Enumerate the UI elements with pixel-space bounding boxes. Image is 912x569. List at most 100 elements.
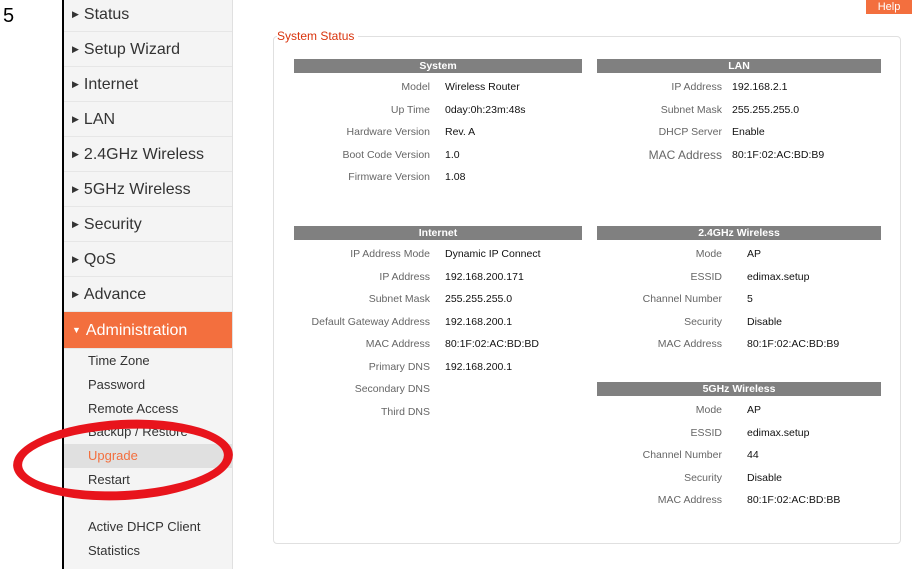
panel-title: System Status	[277, 29, 359, 43]
row-label: Hardware Version	[346, 126, 430, 138]
section-header: LAN	[597, 59, 881, 73]
row-label: Up Time	[390, 103, 430, 116]
row-value: AP	[747, 404, 762, 416]
subitem-active-dhcp-client[interactable]: Active DHCP Client	[64, 515, 232, 539]
sidebar-item-5ghz-wireless[interactable]: ▶ 5GHz Wireless	[64, 172, 232, 207]
row-label: Firmware Version	[348, 171, 430, 183]
row-value: 1.08	[445, 171, 466, 183]
row-value: 0day:0h:23m:48s	[445, 103, 526, 116]
row-label: Boot Code Version	[342, 148, 430, 161]
row-value: AP	[747, 248, 762, 260]
row-label: Third DNS	[380, 405, 430, 418]
row-value: 192.168.2.1	[732, 81, 788, 93]
sidebar-item-setup-wizard[interactable]: ▶ Setup Wizard	[64, 32, 232, 67]
row-label: IP Address	[671, 81, 722, 93]
row-label: Mode	[695, 248, 722, 260]
subitem-spacer	[64, 492, 232, 515]
row-value: 1.0	[445, 148, 460, 161]
row-label: Security	[684, 471, 722, 484]
sidebar-item-security[interactable]: ▶ Security	[64, 207, 232, 242]
internet-section: Internet IP Address Mode Dynamic IP Conne…	[294, 226, 582, 423]
sidebar-item-administration[interactable]: ▼ Administration	[64, 312, 232, 349]
row-label: Channel Number	[642, 293, 722, 305]
internet-row: Subnet Mask 255.255.255.0	[294, 288, 582, 311]
lan-row: DHCP Server Enable	[597, 121, 881, 144]
internet-row: IP Address Mode Dynamic IP Connect	[294, 243, 582, 266]
section-header: 2.4GHz Wireless	[597, 226, 881, 240]
row-label: DHCP Server	[658, 126, 722, 138]
triangle-right-icon: ▶	[72, 184, 79, 194]
wireless24-row: Channel Number 5	[597, 288, 881, 311]
system-row: Firmware Version 1.08	[294, 166, 582, 189]
help-button[interactable]: Help	[866, 0, 912, 14]
triangle-right-icon: ▶	[72, 44, 79, 54]
sidebar-item-label: QoS	[83, 251, 116, 268]
wireless-24ghz-section: 2.4GHz Wireless Mode AP ESSID edimax.setup…	[597, 226, 881, 356]
sidebar: ▶ Status ▶ Setup Wizard ▶ Internet ▶ LAN ▶ 2.…	[64, 0, 233, 569]
row-value: edimax.setup	[747, 426, 810, 439]
triangle-right-icon: ▶	[72, 79, 79, 89]
sidebar-item-label: Security	[83, 216, 142, 233]
row-value: 255.255.255.0	[445, 293, 513, 305]
lan-row: IP Address 192.168.2.1	[597, 76, 881, 99]
sidebar-item-lan[interactable]: ▶ LAN	[64, 102, 232, 137]
wireless-5ghz-section: 5GHz Wireless Mode AP ESSID edimax.setup C…	[597, 382, 881, 512]
wireless24-row: Security Disable	[597, 311, 881, 334]
sidebar-item-label: Advance	[83, 286, 147, 303]
row-label: MAC Address	[648, 147, 722, 162]
row-value: Wireless Router	[445, 81, 520, 93]
sidebar-item-advance[interactable]: ▶ Advance	[64, 277, 232, 312]
subitem-backup-restore[interactable]: Backup / Restore	[64, 420, 232, 444]
wireless24-row: Mode AP	[597, 243, 881, 266]
row-value: Disable	[747, 315, 783, 328]
lan-section: LAN IP Address 192.168.2.1 Subnet Mask 255…	[597, 59, 881, 166]
system-row: Boot Code Version 1.0	[294, 144, 582, 167]
wireless5-row: MAC Address 80:1F:02:AC:BD:BB	[597, 489, 881, 512]
row-label: MAC Address	[657, 494, 722, 506]
sidebar-item-status[interactable]: ▶ Status	[64, 0, 232, 32]
section-header: 5GHz Wireless	[597, 382, 881, 396]
subitem-restart[interactable]: Restart	[64, 468, 232, 492]
sidebar-item-label: LAN	[83, 111, 116, 128]
sidebar-item-label: 2.4GHz Wireless	[83, 146, 204, 163]
internet-row: MAC Address 80:1F:02:AC:BD:BD	[294, 333, 582, 356]
row-value: Enable	[732, 126, 765, 138]
row-label: IP Address Mode	[350, 248, 430, 260]
sidebar-item-qos[interactable]: ▶ QoS	[64, 242, 232, 277]
row-label: Primary DNS	[368, 360, 430, 373]
row-value: 192.168.200.171	[445, 270, 524, 283]
row-label: ESSID	[690, 426, 722, 439]
subitem-statistics[interactable]: Statistics	[64, 539, 232, 563]
wireless5-row: Channel Number 44	[597, 444, 881, 467]
row-value: 192.168.200.1	[445, 315, 513, 328]
subitem-password[interactable]: Password	[64, 373, 232, 397]
row-label: Model	[401, 81, 430, 93]
row-label: Security	[684, 315, 722, 328]
row-value: edimax.setup	[747, 270, 810, 283]
row-value: 80:1F:02:AC:BD:B9	[732, 148, 825, 161]
internet-row: IP Address 192.168.200.171	[294, 266, 582, 289]
row-label: ESSID	[690, 270, 722, 283]
row-value: Dynamic IP Connect	[445, 248, 541, 260]
row-value: 80:1F:02:AC:BD:BB	[747, 494, 841, 506]
section-header: System	[294, 59, 582, 73]
row-label: Default Gateway Address	[311, 315, 430, 328]
row-value: 255.255.255.0	[732, 103, 800, 116]
internet-row: Primary DNS 192.168.200.1	[294, 356, 582, 379]
sidebar-item-internet[interactable]: ▶ Internet	[64, 67, 232, 102]
row-label: IP Address	[379, 270, 430, 283]
subitem-remote-access[interactable]: Remote Access	[64, 397, 232, 421]
sidebar-item-24ghz-wireless[interactable]: ▶ 2.4GHz Wireless	[64, 137, 232, 172]
subitem-upgrade[interactable]: Upgrade	[64, 444, 232, 468]
subitem-time-zone[interactable]: Time Zone	[64, 349, 232, 373]
row-label: Channel Number	[642, 449, 722, 461]
system-row: Up Time 0day:0h:23m:48s	[294, 99, 582, 122]
row-value: 80:1F:02:AC:BD:BD	[445, 338, 539, 350]
triangle-right-icon: ▶	[72, 289, 79, 299]
row-value: 44	[747, 449, 759, 461]
row-label: Mode	[695, 404, 722, 416]
system-section: System Model Wireless Router Up Time 0day:…	[294, 59, 582, 189]
row-label: Subnet Mask	[660, 103, 722, 116]
triangle-right-icon: ▶	[72, 114, 79, 124]
row-label: MAC Address	[657, 338, 722, 350]
